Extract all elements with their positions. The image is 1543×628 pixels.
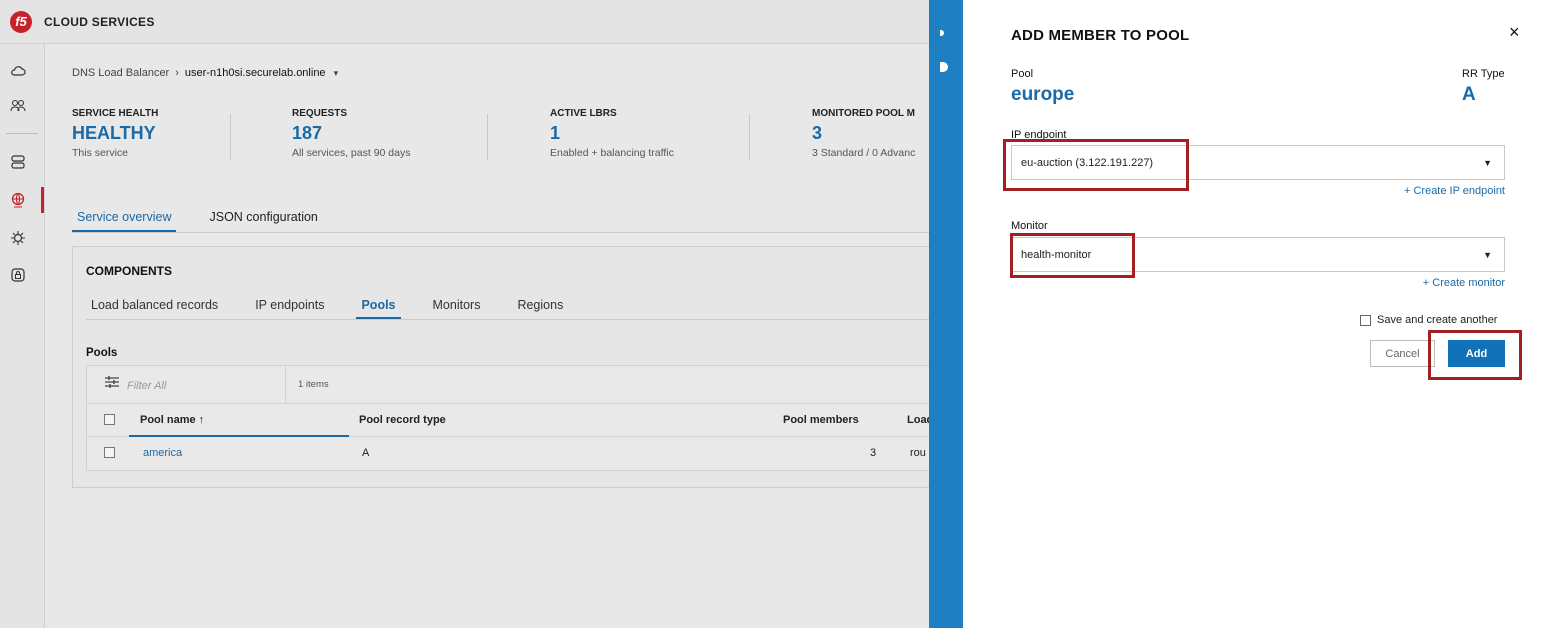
stat-value: HEALTHY <box>72 123 156 143</box>
create-ip-endpoint-link[interactable]: + Create IP endpoint <box>1404 185 1505 197</box>
rail-divider <box>6 133 38 134</box>
col-pool-record-type[interactable]: Pool record type <box>359 414 446 426</box>
globe-icon[interactable] <box>8 190 28 210</box>
filter-input[interactable]: Filter All <box>127 380 166 392</box>
col-pool-name[interactable]: Pool name ↑ <box>140 414 204 426</box>
pool-label: Pool <box>1011 68 1034 80</box>
save-another-label: Save and create another <box>1377 314 1498 326</box>
breadcrumb: DNS Load Balancer › user-n1h0si.securela… <box>72 67 338 79</box>
stat-active-lbrs: ACTIVE LBRS 1 Enabled + balancing traffi… <box>550 108 674 159</box>
stat-sub: Enabled + balancing traffic <box>550 147 674 159</box>
stat-requests: REQUESTS 187 All services, past 90 days <box>292 108 410 159</box>
components-panel: COMPONENTS Load balanced records IP endp… <box>72 246 932 488</box>
pool-name-link[interactable]: america <box>143 447 182 459</box>
tab-json-configuration[interactable]: JSON configuration <box>204 207 322 232</box>
item-count: 1 items <box>298 379 329 390</box>
add-member-drawer: ADD MEMBER TO POOL × Pool europe RR Type… <box>963 0 1543 628</box>
row-checkbox[interactable] <box>104 447 115 458</box>
highlight-add-button <box>1428 330 1522 380</box>
f5-logo: f5 <box>10 10 32 33</box>
top-bar: f5 CLOUD SERVICES <box>0 0 930 44</box>
create-monitor-link[interactable]: + Create monitor <box>1423 277 1505 289</box>
drawer-edge-strip <box>929 0 963 628</box>
drawer-title: ADD MEMBER TO POOL <box>1011 27 1190 44</box>
chevron-down-icon: ▼ <box>1483 158 1492 168</box>
sliders-icon[interactable] <box>104 375 120 393</box>
servers-icon[interactable] <box>8 152 28 172</box>
users-icon[interactable] <box>8 96 28 116</box>
highlight-ip-endpoint <box>1003 139 1189 191</box>
active-indicator <box>41 187 44 213</box>
stat-divider <box>749 114 750 160</box>
rr-type-value: A <box>1462 84 1476 105</box>
stat-label: REQUESTS <box>292 108 348 119</box>
tab-service-overview[interactable]: Service overview <box>72 207 177 232</box>
close-icon[interactable]: × <box>1509 22 1520 43</box>
stat-sub: This service <box>72 147 129 159</box>
cancel-button[interactable]: Cancel <box>1370 340 1435 367</box>
app-title: CLOUD SERVICES <box>44 14 155 29</box>
stat-monitored-pool: MONITORED POOL M 3 3 Standard / 0 Advanc <box>812 108 930 159</box>
chevron-down-icon: ▼ <box>1483 250 1492 260</box>
stat-sub: All services, past 90 days <box>292 147 411 159</box>
breadcrumb-parent[interactable]: DNS Load Balancer <box>72 67 169 79</box>
filter-divider <box>285 366 286 404</box>
pools-table: Filter All 1 items Pool name ↑ Pool reco… <box>86 365 932 471</box>
subtab-regions[interactable]: Regions <box>512 296 568 319</box>
components-tabs: Load balanced records IP endpoints Pools… <box>86 296 931 320</box>
stat-sub: 3 Standard / 0 Advanc <box>812 147 916 159</box>
bug-icon[interactable] <box>8 228 28 248</box>
monitor-label: Monitor <box>1011 220 1048 232</box>
table-row: america A 3 rou <box>87 437 930 470</box>
pool-members-count: 3 <box>870 447 877 459</box>
breadcrumb-separator: › <box>175 67 179 79</box>
col-pool-members[interactable]: Pool members <box>783 414 859 426</box>
collapse-handle[interactable] <box>940 30 944 36</box>
subtab-ip-endpoints[interactable]: IP endpoints <box>250 296 329 319</box>
stat-label: ACTIVE LBRS <box>550 108 617 119</box>
subtab-load-balanced-records[interactable]: Load balanced records <box>86 296 223 319</box>
rr-type-label: RR Type <box>1462 68 1505 80</box>
stat-label: MONITORED POOL M <box>812 108 915 119</box>
subtab-pools[interactable]: Pools <box>356 296 401 319</box>
drawer-handle[interactable] <box>940 62 948 72</box>
stat-value: 3 <box>812 123 823 143</box>
main-content: DNS Load Balancer › user-n1h0si.securela… <box>45 44 932 628</box>
highlight-monitor <box>1010 233 1135 278</box>
page-tabs: Service overview JSON configuration <box>72 207 930 233</box>
select-all-checkbox[interactable] <box>104 414 115 425</box>
pool-record-type: A <box>362 447 370 459</box>
save-another-checkbox[interactable] <box>1360 314 1371 326</box>
stat-label: SERVICE HEALTH <box>72 108 159 119</box>
table-filter-row: Filter All 1 items <box>87 366 930 404</box>
stat-divider <box>487 114 488 160</box>
table-header: Pool name ↑ Pool record type Pool member… <box>87 404 932 437</box>
lock-shield-icon[interactable] <box>8 265 28 285</box>
left-rail <box>0 44 45 628</box>
subtab-monitors[interactable]: Monitors <box>428 296 486 319</box>
pool-value: europe <box>1011 84 1075 105</box>
cloud-icon[interactable] <box>8 60 28 80</box>
stat-service-health: SERVICE HEALTH HEALTHY This service <box>72 108 158 159</box>
breadcrumb-current[interactable]: user-n1h0si.securelab.online <box>185 67 326 79</box>
stat-value: 187 <box>292 123 323 143</box>
stat-value: 1 <box>550 123 561 143</box>
chevron-down-icon[interactable]: ▾ <box>334 68 339 79</box>
pools-heading: Pools <box>86 347 118 359</box>
stat-divider <box>230 114 231 160</box>
components-title: COMPONENTS <box>86 264 173 278</box>
save-and-create-another[interactable]: Save and create another <box>1360 314 1497 326</box>
